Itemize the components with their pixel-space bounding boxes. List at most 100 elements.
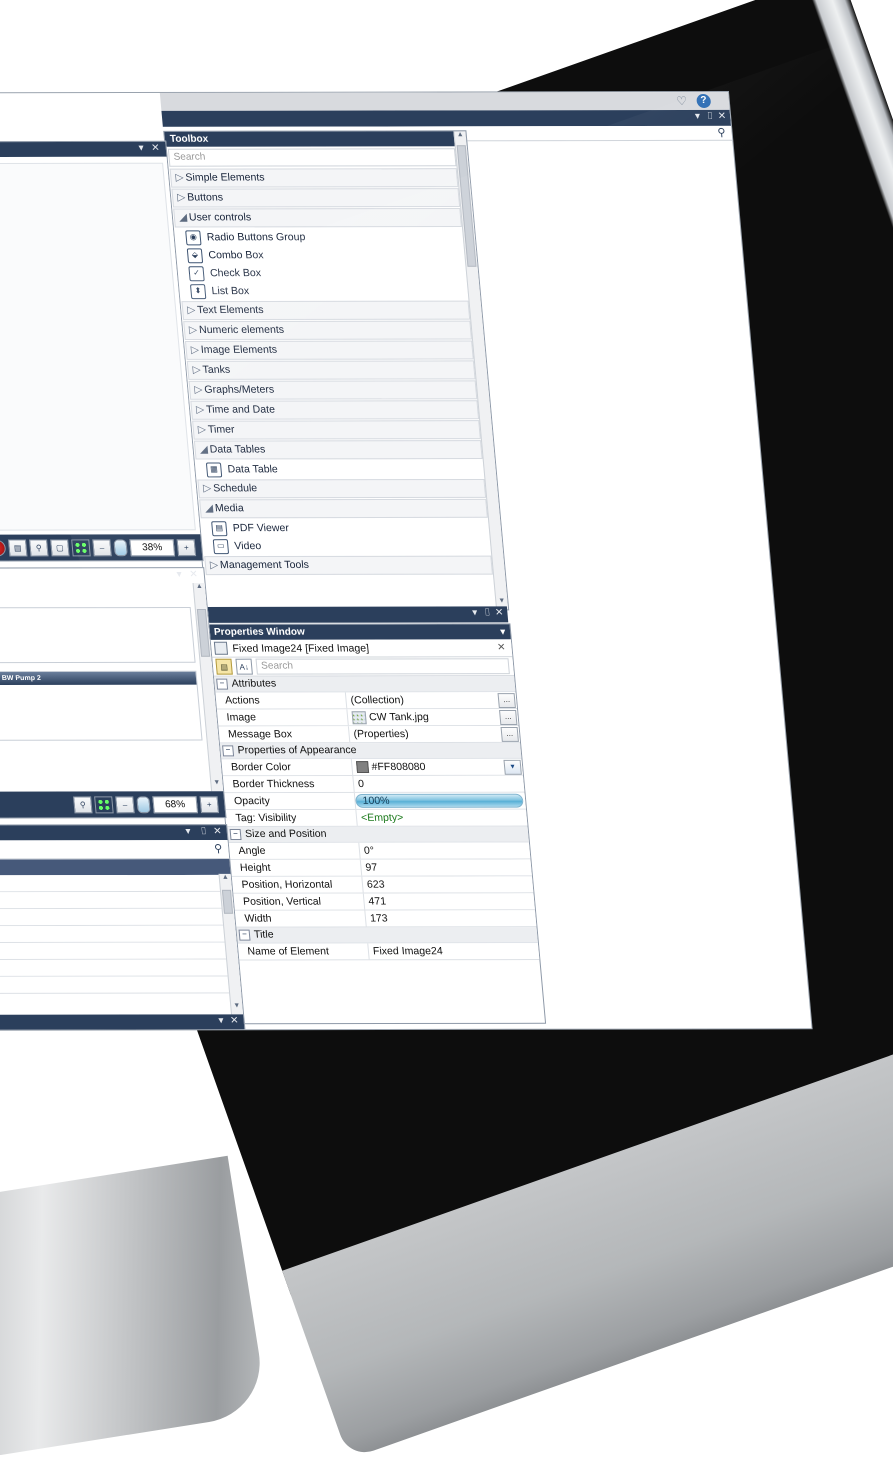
tags-scroll-up-arrow[interactable]: ▲ bbox=[219, 874, 231, 886]
chevron-down-icon[interactable]: ▾ bbox=[503, 759, 522, 775]
slave-card[interactable]: Slave Configuration: Slave ID: 9192.168.1… bbox=[0, 606, 196, 664]
toolbox-group-data-tables[interactable]: ◢Data Tables bbox=[193, 440, 483, 460]
toolbox-scroll-up-arrow[interactable]: ▲ bbox=[454, 131, 466, 143]
slaves-scroll-down-arrow[interactable]: ▼ bbox=[211, 779, 223, 791]
slaves-zoom-out-button[interactable]: – bbox=[115, 795, 135, 813]
toolbox-group-timer[interactable]: ▷Timer bbox=[192, 420, 481, 440]
properties-menu-icon[interactable]: ▾ bbox=[500, 624, 506, 639]
tags-search-icon[interactable]: ⚲ bbox=[214, 842, 223, 855]
slaves-scroll-thumb[interactable] bbox=[196, 608, 211, 657]
property-value-cell[interactable]: <Empty> bbox=[356, 810, 527, 826]
toolbox-group-graphs-meters[interactable]: ▷Graphs/Meters bbox=[188, 380, 478, 400]
toolbox-group-schedule[interactable]: ▷Schedule bbox=[197, 478, 487, 499]
slaves-zoom-in-button[interactable]: + bbox=[199, 795, 220, 813]
slaves-magnifier-icon[interactable]: ⚲ bbox=[72, 795, 93, 813]
scada-close-icon[interactable]: ✕ bbox=[151, 143, 160, 155]
scada-zoom-slider[interactable] bbox=[113, 538, 128, 556]
description-cell[interactable] bbox=[0, 909, 235, 927]
toolbox-group-time-and-date[interactable]: ▷Time and Date bbox=[190, 400, 480, 420]
description-cell[interactable] bbox=[0, 926, 237, 944]
property-value-cell[interactable]: 623 bbox=[362, 876, 533, 892]
stop-record-icon[interactable] bbox=[0, 539, 7, 557]
property-value-cell[interactable]: Fixed Image24 bbox=[368, 943, 539, 959]
property-value-cell[interactable]: 471 bbox=[364, 893, 535, 909]
property-value-cell[interactable]: 0° bbox=[359, 842, 530, 858]
toolbox-item-data-table[interactable]: ▦ Data Table bbox=[196, 460, 485, 478]
ellipsis-button[interactable]: ... bbox=[499, 710, 518, 725]
property-value-cell[interactable]: 173 bbox=[365, 910, 536, 926]
toolbox-group-image-elements[interactable]: ▷Image Elements bbox=[184, 340, 474, 360]
categorized-view-icon[interactable]: ▤ bbox=[215, 658, 233, 675]
toolbox-group-buttons[interactable]: ▷Buttons bbox=[171, 188, 461, 208]
ellipsis-button[interactable]: ... bbox=[500, 726, 519, 742]
slave-card[interactable]: BW Pump 2 Slave Configuration: Slave ID: 2… bbox=[0, 670, 203, 741]
toolbox-item-video[interactable]: ▭ Video bbox=[202, 537, 491, 555]
toolbox-item-pdf-viewer[interactable]: ▤ PDF Viewer bbox=[201, 519, 490, 537]
search-icon[interactable]: ⚲ bbox=[717, 126, 726, 139]
scada-diagram-canvas[interactable]: Carlo Filtration System Comsensaugs : 19… bbox=[0, 162, 196, 533]
toolbox-group-user-controls[interactable]: ◢User controls bbox=[173, 208, 462, 228]
toolbox-group-media[interactable]: ◢Media bbox=[199, 498, 488, 519]
tags-search-row[interactable]: ⚲ bbox=[0, 840, 230, 861]
description-cell[interactable] bbox=[0, 892, 234, 910]
slaves-scroll-up-arrow[interactable]: ▲ bbox=[194, 583, 206, 595]
property-value-cell[interactable]: (Properties)... bbox=[349, 726, 520, 742]
description-cell[interactable] bbox=[0, 943, 238, 961]
property-group-attributes[interactable]: − Attributes bbox=[212, 676, 516, 693]
toolbox-search-input[interactable]: Search bbox=[167, 148, 457, 167]
toolbox-group-tanks[interactable]: ▷Tanks bbox=[186, 360, 476, 380]
toolbox-group-simple-elements[interactable]: ▷Simple Elements bbox=[169, 168, 459, 188]
tags-scroll-down-arrow[interactable]: ▼ bbox=[231, 1002, 243, 1014]
toolbox-close-icon[interactable]: ✕ bbox=[717, 111, 726, 123]
fit-to-screen-icon[interactable] bbox=[71, 538, 91, 556]
scada-zoom-out-button[interactable]: – bbox=[92, 538, 112, 556]
select-icon[interactable]: ▢ bbox=[50, 538, 70, 556]
slaves-dropdown-icon[interactable]: ▾ bbox=[176, 569, 182, 581]
toolbox-pin-icon[interactable]: ⌷ bbox=[707, 111, 714, 123]
tags-close-icon[interactable]: ✕ bbox=[213, 826, 222, 838]
property-group-properties-of-appearance[interactable]: − Properties of Appearance bbox=[218, 742, 522, 760]
properties-dropdown-icon[interactable]: ▾ bbox=[472, 607, 478, 619]
property-value-cell[interactable]: 100% bbox=[354, 793, 526, 809]
tags-footer-close-icon[interactable]: ✕ bbox=[230, 1015, 239, 1027]
description-cell[interactable] bbox=[0, 875, 232, 893]
favorite-heart-icon[interactable]: ♡ bbox=[674, 94, 689, 108]
collapse-icon[interactable]: − bbox=[222, 745, 235, 757]
ellipsis-button[interactable]: ... bbox=[497, 693, 516, 709]
property-group-size-and-position[interactable]: − Size and Position bbox=[226, 826, 529, 844]
tags-footer-dropdown-icon[interactable]: ▾ bbox=[218, 1015, 224, 1027]
property-value-cell[interactable]: (Collection)... bbox=[346, 692, 517, 709]
help-icon[interactable]: ? bbox=[696, 94, 712, 108]
properties-search-input[interactable]: Search bbox=[255, 658, 510, 675]
properties-pin-icon[interactable]: ⌷ bbox=[484, 607, 491, 619]
slaves-close-icon[interactable]: ✕ bbox=[189, 569, 198, 581]
property-value-cell[interactable]: 0 bbox=[353, 776, 524, 792]
tags-dropdown-icon[interactable]: ▾ bbox=[185, 826, 191, 838]
description-cell[interactable] bbox=[0, 960, 240, 978]
toolbox-item-radio-buttons-group[interactable]: ◉ Radio Buttons Group bbox=[175, 228, 464, 246]
property-value-cell[interactable]: #FF808080 ▾ bbox=[352, 759, 523, 775]
collapse-icon[interactable]: − bbox=[216, 678, 229, 690]
toolbox-item-combo-box[interactable]: ⬙ Combo Box bbox=[177, 246, 466, 264]
tags-pin-icon[interactable]: ⌷ bbox=[200, 826, 207, 838]
scada-zoom-in-button[interactable]: + bbox=[176, 538, 197, 556]
table-row[interactable] bbox=[0, 976, 242, 996]
properties-close-icon[interactable]: ✕ bbox=[495, 607, 504, 619]
scada-dropdown-icon[interactable]: ▾ bbox=[138, 143, 144, 155]
slaves-fit-to-screen-icon[interactable] bbox=[94, 795, 114, 813]
slaves-zoom-slider[interactable] bbox=[136, 795, 151, 813]
toolbox-group-text-elements[interactable]: ▷Text Elements bbox=[181, 300, 471, 321]
collapse-icon[interactable]: − bbox=[229, 829, 242, 841]
property-value-cell[interactable]: CW Tank.jpg... bbox=[347, 709, 518, 725]
magnifier-icon[interactable]: ⚲ bbox=[28, 538, 49, 556]
toolbox-group-numeric-elements[interactable]: ▷Numeric elements bbox=[183, 320, 472, 341]
page-icon[interactable]: ▤ bbox=[7, 539, 28, 556]
toolbox-item-check-box[interactable]: ✓ Check Box bbox=[178, 264, 467, 282]
alphabetical-sort-icon[interactable]: A↓ bbox=[235, 658, 253, 675]
tags-scroll-thumb[interactable] bbox=[221, 889, 234, 914]
toolbox-item-list-box[interactable]: ⬍ List Box bbox=[180, 282, 469, 300]
property-value-cell[interactable]: 97 bbox=[361, 859, 532, 875]
properties-clear-icon[interactable]: ✕ bbox=[497, 642, 512, 653]
toolbox-group-management-tools[interactable]: ▷Management Tools bbox=[204, 555, 493, 576]
property-group-title[interactable]: − Title bbox=[235, 927, 538, 944]
